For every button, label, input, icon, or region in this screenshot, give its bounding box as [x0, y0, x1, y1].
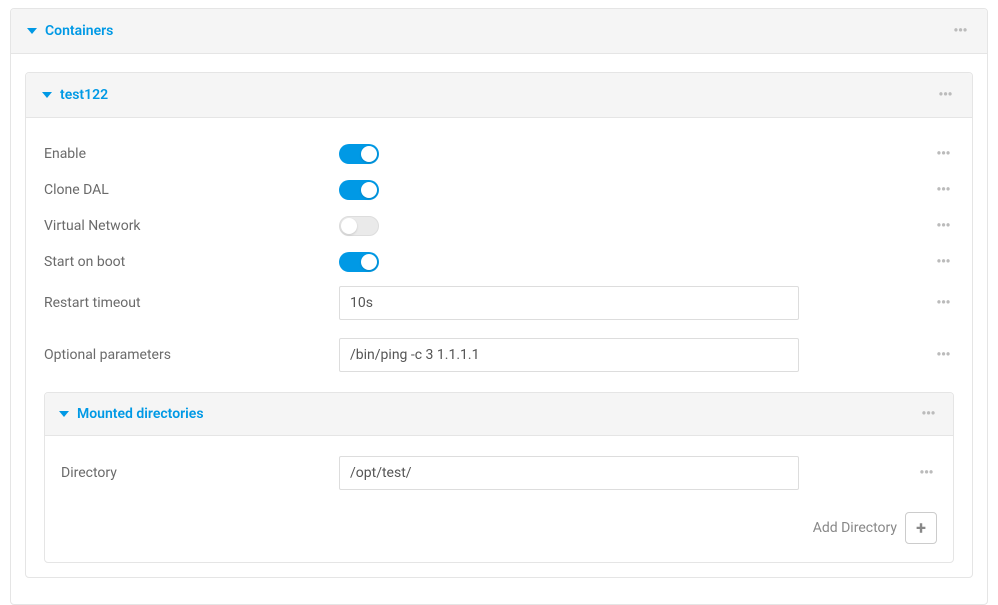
- mounted-directories-menu-icon[interactable]: •••: [917, 404, 939, 424]
- container-item-title: test122: [60, 87, 108, 103]
- virtual-network-toggle[interactable]: [339, 216, 379, 236]
- containers-title: Containers: [45, 23, 113, 39]
- enable-menu-icon[interactable]: •••: [932, 144, 954, 164]
- caret-down-icon: [27, 28, 37, 34]
- containers-panel-body: test122 ••• Enable ••• Clone DAL: [11, 54, 987, 604]
- start-on-boot-label: Start on boot: [44, 254, 339, 270]
- containers-menu-icon[interactable]: •••: [949, 21, 971, 41]
- optional-parameters-input[interactable]: [339, 338, 799, 372]
- mounted-directories-title: Mounted directories: [77, 406, 204, 422]
- restart-timeout-label: Restart timeout: [44, 295, 339, 311]
- enable-label: Enable: [44, 146, 339, 162]
- start-on-boot-row: Start on boot •••: [26, 244, 972, 280]
- container-item-header: test122 •••: [26, 73, 972, 118]
- clone-dal-menu-icon[interactable]: •••: [932, 180, 954, 200]
- container-item-menu-icon[interactable]: •••: [934, 85, 956, 105]
- caret-down-icon: [42, 92, 52, 98]
- start-on-boot-menu-icon[interactable]: •••: [932, 252, 954, 272]
- directory-label: Directory: [61, 465, 339, 481]
- virtual-network-row: Virtual Network •••: [26, 208, 972, 244]
- virtual-network-label: Virtual Network: [44, 218, 339, 234]
- containers-panel-toggle[interactable]: Containers: [27, 23, 113, 39]
- optional-parameters-label: Optional parameters: [44, 347, 339, 363]
- restart-timeout-input[interactable]: [339, 286, 799, 320]
- directory-input[interactable]: [339, 456, 799, 490]
- container-item-body: Enable ••• Clone DAL •••: [26, 118, 972, 577]
- containers-panel: Containers ••• test122 ••• Enable: [10, 8, 988, 605]
- add-directory-row: Add Directory +: [45, 494, 953, 548]
- start-on-boot-toggle[interactable]: [339, 252, 379, 272]
- container-item-panel: test122 ••• Enable ••• Clone DAL: [25, 72, 973, 578]
- virtual-network-menu-icon[interactable]: •••: [932, 216, 954, 236]
- directory-row: Directory •••: [45, 452, 953, 494]
- enable-toggle[interactable]: [339, 144, 379, 164]
- optional-parameters-row: Optional parameters •••: [26, 332, 972, 378]
- plus-icon: +: [916, 518, 926, 539]
- container-item-toggle[interactable]: test122: [42, 87, 108, 103]
- restart-timeout-menu-icon[interactable]: •••: [932, 293, 954, 313]
- mounted-directories-toggle[interactable]: Mounted directories: [59, 406, 204, 422]
- add-directory-button[interactable]: +: [905, 512, 937, 544]
- mounted-directories-panel: Mounted directories ••• Directory •••: [44, 392, 954, 563]
- caret-down-icon: [59, 411, 69, 417]
- optional-parameters-menu-icon[interactable]: •••: [932, 345, 954, 365]
- restart-timeout-row: Restart timeout •••: [26, 280, 972, 326]
- containers-panel-header: Containers •••: [11, 9, 987, 54]
- directory-menu-icon[interactable]: •••: [915, 463, 937, 483]
- clone-dal-row: Clone DAL •••: [26, 172, 972, 208]
- mounted-directories-header: Mounted directories •••: [45, 393, 953, 436]
- clone-dal-label: Clone DAL: [44, 182, 339, 198]
- mounted-directories-body: Directory ••• Add Directory +: [45, 436, 953, 562]
- enable-row: Enable •••: [26, 136, 972, 172]
- clone-dal-toggle[interactable]: [339, 180, 379, 200]
